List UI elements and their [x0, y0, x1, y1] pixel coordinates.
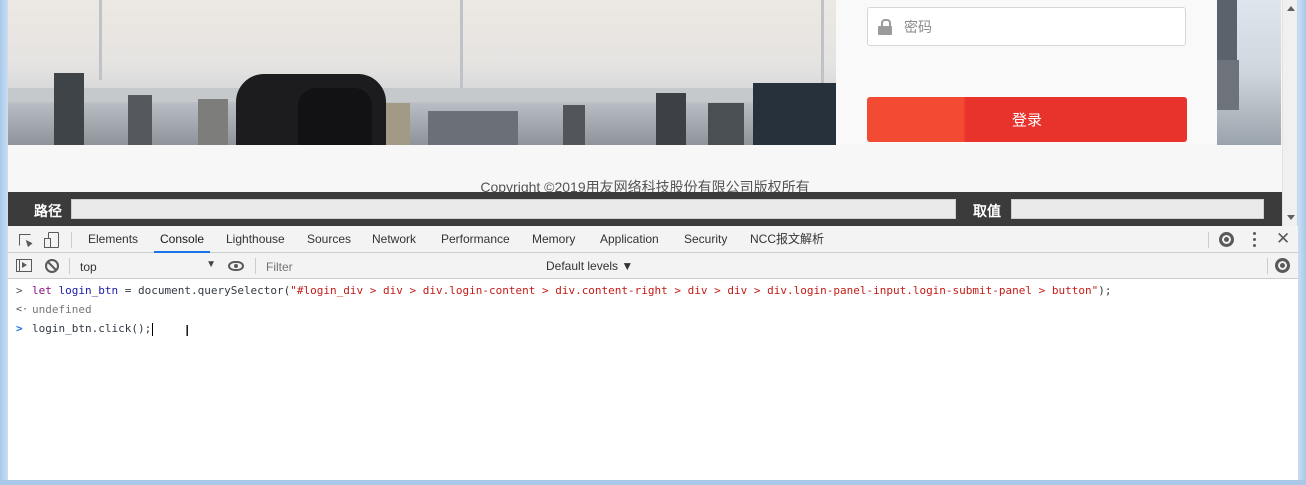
toolbar-divider	[1208, 232, 1209, 248]
lock-icon	[878, 18, 892, 35]
window-frame-pole	[821, 0, 824, 90]
device-toolbar-icon[interactable]	[43, 232, 59, 248]
skyline-building	[198, 99, 228, 145]
tab-lighthouse[interactable]: Lighthouse	[226, 226, 285, 253]
value-input[interactable]	[1011, 199, 1264, 219]
console-toolbar: top ▼ Default levels ▼	[8, 253, 1298, 279]
code-terminator: );	[1098, 284, 1112, 297]
live-expression-eye-icon[interactable]	[228, 261, 244, 271]
ibeam-cursor-icon: I	[185, 322, 190, 340]
office-chair-back	[298, 88, 372, 145]
show-console-sidebar-icon[interactable]	[16, 259, 32, 272]
skyline-building	[1217, 60, 1239, 110]
page-scrollbar[interactable]	[1282, 0, 1297, 226]
console-current-input[interactable]: login_btn.click();	[32, 322, 151, 335]
console-output[interactable]: > let login_btn = document.querySelector…	[8, 279, 1298, 480]
login-button[interactable]: 登录	[867, 97, 1187, 142]
tab-console[interactable]: Console	[154, 226, 211, 253]
console-filter-input[interactable]	[266, 258, 526, 275]
console-result-line: <· undefined	[8, 301, 1298, 320]
text-caret	[152, 322, 154, 336]
context-selector[interactable]: top ▼	[80, 257, 218, 275]
path-label: 路径	[34, 204, 62, 220]
console-settings-gear-icon[interactable]	[1275, 258, 1290, 273]
code-string-literal: "#login_div > div > div.login-content > …	[290, 284, 1099, 297]
path-input[interactable]	[71, 199, 956, 219]
tab-application[interactable]: Application	[600, 226, 659, 253]
window-frame-right	[1298, 0, 1306, 485]
window-frame-bottom	[0, 480, 1306, 485]
tab-sources[interactable]: Sources	[307, 226, 351, 253]
console-prompt-line[interactable]: > login_btn.click();	[8, 320, 1298, 339]
devtools-tabbar: Elements Console Lighthouse Sources Netw…	[8, 226, 1298, 253]
scroll-up-arrow-icon[interactable]	[1287, 6, 1295, 11]
tab-performance[interactable]: Performance	[441, 226, 510, 253]
prompt-chevron-icon: >	[16, 284, 23, 297]
tab-memory[interactable]: Memory	[532, 226, 575, 253]
window-frame-left	[0, 0, 8, 485]
tab-ncc-parser[interactable]: NCC报文解析	[750, 226, 824, 253]
page-viewport: 密码 登录 Copyright ©2019用友网络科技股份有限公司版权所有 路径…	[8, 0, 1297, 226]
more-options-icon[interactable]	[1253, 232, 1257, 248]
prompt-chevron-icon: >	[16, 322, 23, 335]
code-expression: = document.querySelector(	[118, 284, 291, 297]
skyline-building	[54, 73, 84, 145]
code-keyword: let	[32, 284, 52, 297]
banner-image-right	[1217, 0, 1281, 145]
password-field[interactable]: 密码	[867, 7, 1186, 46]
context-value: top	[80, 260, 97, 274]
tab-security[interactable]: Security	[684, 226, 727, 253]
skyline-building	[428, 111, 518, 145]
chevron-down-icon: ▼	[206, 259, 216, 270]
password-placeholder: 密码	[904, 18, 932, 35]
skyline-building	[128, 95, 152, 145]
toolbar-divider	[71, 232, 72, 248]
skyline-building	[656, 93, 686, 145]
skyline-building	[563, 105, 585, 145]
close-devtools-icon[interactable]: ✕	[1276, 230, 1290, 248]
result-arrow-icon: <·	[16, 304, 29, 315]
skyline-building	[753, 83, 836, 145]
banner-image	[8, 0, 836, 145]
toolbar-divider	[255, 258, 256, 274]
toolbar-divider	[1267, 258, 1268, 274]
skyline-building	[1217, 0, 1237, 60]
settings-gear-icon[interactable]	[1219, 232, 1234, 247]
login-panel: 密码 登录	[836, 0, 1217, 145]
log-levels-dropdown[interactable]: Default levels ▼	[546, 259, 633, 273]
clear-console-icon[interactable]	[45, 259, 59, 273]
tab-elements[interactable]: Elements	[88, 226, 138, 253]
scroll-down-arrow-icon[interactable]	[1287, 215, 1295, 220]
window-frame-pole	[99, 0, 102, 80]
value-label: 取值	[973, 204, 1001, 220]
console-input-line: > let login_btn = document.querySelector…	[8, 282, 1298, 301]
tab-network[interactable]: Network	[372, 226, 416, 253]
window-frame-pole	[460, 0, 463, 88]
result-value: undefined	[32, 303, 92, 316]
toolbar-divider	[69, 258, 70, 274]
skyline-building	[708, 103, 744, 145]
path-value-bar: 路径 取值	[8, 192, 1282, 226]
inspect-element-icon[interactable]	[17, 232, 33, 248]
devtools-panel: Elements Console Lighthouse Sources Netw…	[8, 226, 1298, 480]
code-variable: login_btn	[58, 284, 119, 297]
